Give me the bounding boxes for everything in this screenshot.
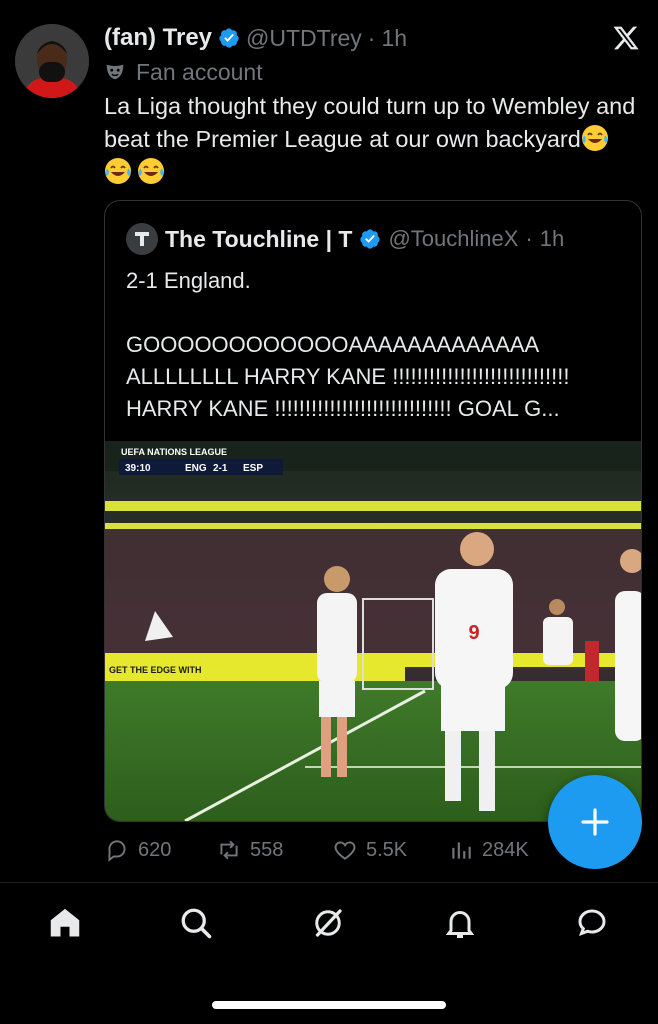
- repost-count: 558: [250, 838, 284, 861]
- quoted-timestamp[interactable]: 1h: [540, 226, 564, 252]
- tweet-author-row: (fan) Trey @UTDTrey · 1h: [104, 22, 407, 54]
- views-chart-icon: [452, 842, 471, 859]
- compose-post-button[interactable]: [548, 775, 642, 869]
- views-button[interactable]: 284K: [448, 834, 529, 866]
- repost-button[interactable]: 558: [216, 834, 283, 866]
- bell-icon: [445, 911, 475, 938]
- away-team: ESP: [243, 463, 263, 474]
- tears-of-joy-emoji-icon: [581, 125, 608, 151]
- ad-banner-text: GET THE EDGE WITH: [109, 665, 202, 675]
- like-button[interactable]: 5.5K: [332, 834, 407, 866]
- nav-divider: [0, 882, 658, 883]
- home-indicator: [212, 1001, 446, 1009]
- competition-label: UEFA NATIONS LEAGUE: [121, 447, 227, 457]
- quoted-author-row: The Touchline | T @TouchlineX · 1h: [126, 223, 564, 255]
- separator-dot: ·: [367, 24, 376, 51]
- mask-icon: [106, 64, 124, 80]
- tweet-body: La Liga thought they could turn up to We…: [104, 93, 636, 152]
- verified-badge-icon: [360, 229, 381, 249]
- like-count: 5.5K: [366, 838, 408, 861]
- tears-of-joy-emoji-icon: [138, 158, 164, 184]
- tweet-text: La Liga thought they could turn up to We…: [104, 90, 644, 189]
- quoted-tweet-card[interactable]: The Touchline | T @TouchlineX · 1h 2-1 E…: [104, 200, 642, 822]
- fan-account-label: Fan account: [136, 58, 263, 85]
- view-count: 284K: [482, 838, 529, 861]
- reply-count: 620: [138, 838, 172, 861]
- plus-icon: [581, 808, 609, 836]
- author-display-name[interactable]: (fan) Trey: [104, 24, 212, 52]
- reply-icon: [108, 840, 126, 862]
- reply-button[interactable]: 620: [104, 834, 171, 866]
- author-handle[interactable]: @UTDTrey: [246, 25, 362, 52]
- search-icon: [181, 908, 212, 939]
- touchline-logo-icon: [135, 232, 149, 246]
- match-score: 2-1: [213, 463, 228, 474]
- quoted-tweet-media[interactable]: 9 UEFA NATIONS LEAGUE 39:10 ENG 2-1 ESP …: [105, 441, 641, 821]
- match-clock: 39:10: [125, 463, 151, 474]
- chat-bubble-icon: [578, 909, 606, 937]
- grok-icon: [315, 909, 342, 937]
- home-team: ENG: [185, 463, 207, 474]
- separator-dot: ·: [525, 226, 533, 251]
- quoted-author-avatar[interactable]: [126, 223, 158, 255]
- nav-grok[interactable]: [308, 903, 348, 943]
- verified-badge-icon: [219, 28, 239, 48]
- heart-icon: [334, 841, 356, 860]
- nav-messages[interactable]: [572, 903, 612, 943]
- quoted-tweet-text: 2-1 England. GOOOOOOOOOOOOAAAAAAAAAAAAA …: [126, 268, 570, 421]
- fan-account-label-row: Fan account: [104, 58, 263, 86]
- shirt-number: 9: [468, 622, 479, 644]
- repost-icon: [220, 840, 238, 860]
- x-logo-icon[interactable]: [612, 24, 640, 52]
- bottom-navigation: [0, 895, 658, 960]
- home-icon: [50, 908, 80, 937]
- tears-of-joy-emoji-icon: [105, 158, 131, 184]
- author-avatar[interactable]: [15, 24, 89, 98]
- nav-search[interactable]: [176, 903, 216, 943]
- quoted-handle[interactable]: @TouchlineX: [388, 226, 518, 252]
- nav-home[interactable]: [45, 903, 85, 943]
- nav-notifications[interactable]: [440, 903, 480, 943]
- quoted-display-name[interactable]: The Touchline | T: [165, 226, 352, 253]
- tweet-timestamp[interactable]: 1h: [381, 25, 407, 52]
